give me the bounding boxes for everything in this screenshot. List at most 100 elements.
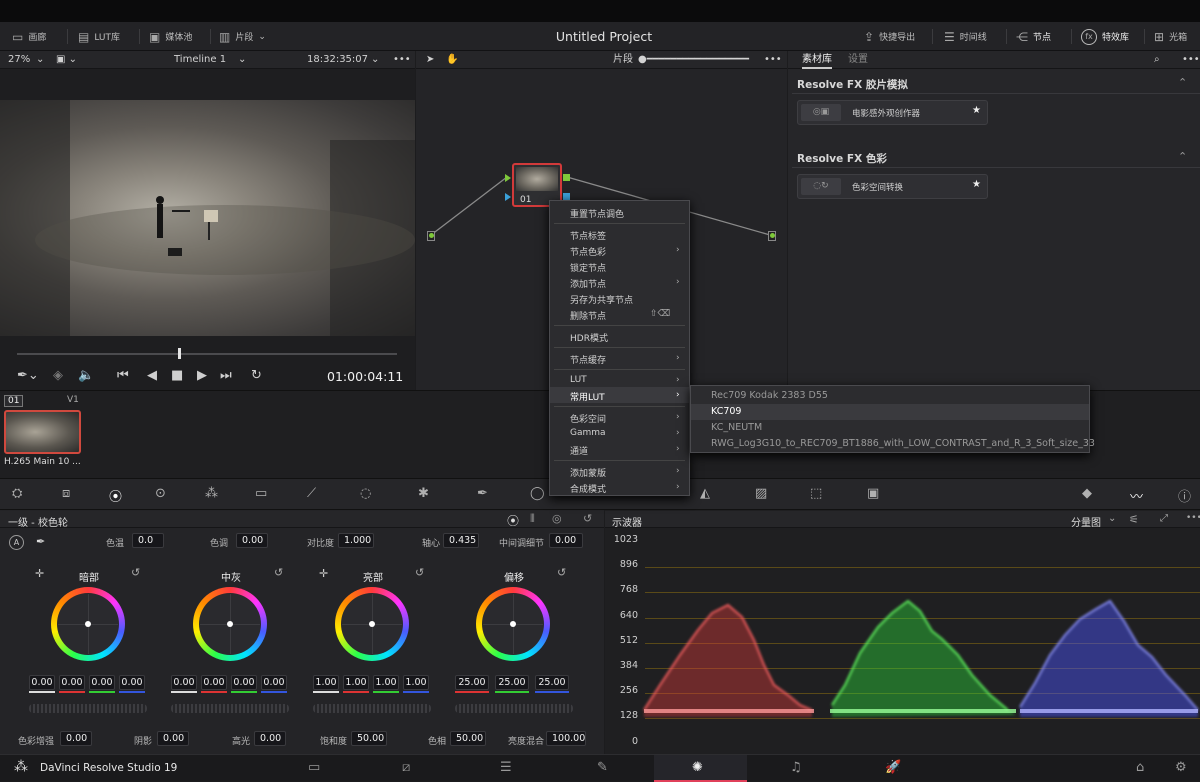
wheel-value[interactable]: 1.00	[343, 675, 369, 690]
zoom-select[interactable]: 27%	[8, 51, 30, 69]
tab-settings[interactable]: 设置	[848, 51, 868, 69]
color-wheel-shadows[interactable]	[51, 587, 125, 661]
deliver-page-icon[interactable]: 🚀	[885, 760, 901, 775]
picker-icon[interactable]: ✒	[36, 535, 45, 548]
fx-item-color-space[interactable]: ◌↻ 色彩空间转换 ★	[797, 174, 988, 199]
node-rgb-output[interactable]	[563, 174, 570, 181]
edit-page-icon[interactable]: ☰	[500, 760, 512, 775]
lut-item[interactable]: Rec709 Kodak 2383 D55	[711, 390, 828, 401]
more-icon[interactable]: •••	[393, 51, 411, 69]
menu-item-lut[interactable]: LUT	[570, 375, 587, 385]
lightbox-button[interactable]: ⊞ 光箱	[1154, 22, 1187, 51]
menu-item-lock[interactable]: 锁定节点	[570, 261, 606, 274]
wheel-value[interactable]: 25.00	[455, 675, 489, 690]
cut-page-icon[interactable]: ⧄	[402, 760, 410, 775]
reset-icon[interactable]: ↺	[274, 566, 283, 579]
more-icon[interactable]: •••	[1186, 513, 1200, 523]
color-wheels-icon[interactable]: ⦿	[109, 486, 122, 505]
color-wheel-midtones[interactable]	[193, 587, 267, 661]
expand-icon[interactable]: ⤢	[1160, 513, 1168, 524]
wheel-value[interactable]: 1.00	[403, 675, 429, 690]
timeline-select[interactable]: Timeline 1	[174, 51, 226, 69]
star-icon[interactable]: ★	[972, 105, 981, 116]
crosshair-icon[interactable]: ✛	[319, 567, 328, 580]
boost-field[interactable]: 0.00	[60, 731, 92, 746]
hdr-wheels-icon[interactable]: ⊙	[155, 486, 166, 501]
menu-item-colorspace[interactable]: 色彩空间	[570, 412, 606, 425]
skip-start-icon[interactable]: ⏮	[117, 368, 129, 383]
menu-item-add-node[interactable]: 添加节点	[570, 277, 606, 290]
home-icon[interactable]: ⌂	[1136, 760, 1144, 775]
fusion-page-icon[interactable]: ✎	[597, 760, 608, 775]
menu-item-save-shared[interactable]: 另存为共享节点	[570, 293, 633, 306]
reset-icon[interactable]: ↺	[583, 512, 592, 525]
search-icon[interactable]: ⌕	[1154, 51, 1160, 69]
scrub-bar[interactable]	[17, 353, 397, 355]
menu-item-common-lut[interactable]: 常用LUT	[570, 390, 605, 403]
key-icon[interactable]: ▨	[755, 486, 767, 501]
qualifier-icon[interactable]: ✱	[418, 486, 429, 501]
hue-field[interactable]: 50.00	[450, 731, 486, 746]
master-wheel-shadows[interactable]	[29, 704, 147, 713]
auto-balance-icon[interactable]: A	[9, 535, 24, 550]
play-icon[interactable]: ▶	[197, 368, 207, 383]
lummix-field[interactable]: 100.00	[546, 731, 586, 746]
menu-item-delete[interactable]: 删除节点	[570, 309, 606, 322]
chevron-down-icon[interactable]: ⌄	[238, 51, 246, 69]
fx-item-film-look[interactable]: ◎▣ 电影感外观创作器 ★	[797, 100, 988, 125]
eyedropper-icon[interactable]: ✒⌄	[17, 368, 39, 383]
chevron-down-icon[interactable]: ⌄	[371, 51, 379, 69]
wheel-value[interactable]: 1.00	[373, 675, 399, 690]
saturation-field[interactable]: 50.00	[351, 731, 387, 746]
lut-item-selected[interactable]: KC709	[711, 406, 741, 417]
chevron-down-icon[interactable]: ⌄	[36, 51, 44, 69]
node-key-input[interactable]	[505, 193, 511, 201]
quick-export-button[interactable]: ⇪ 快捷导出	[864, 22, 915, 51]
loop-icon[interactable]: ↻	[251, 368, 262, 383]
log-mode-icon[interactable]: ◎	[552, 512, 562, 525]
reset-icon[interactable]: ↺	[131, 566, 140, 579]
nodes-button[interactable]: ⋲ 节点	[1016, 22, 1051, 51]
sizing-icon[interactable]: ⬚	[810, 486, 822, 501]
master-wheel-offset[interactable]	[455, 704, 573, 713]
wheel-value[interactable]: 1.00	[313, 675, 339, 690]
blur-icon[interactable]: ◭	[700, 486, 710, 501]
keyframe-icon[interactable]: ◆	[1082, 486, 1092, 501]
wheel-value[interactable]: 0.00	[261, 675, 287, 690]
wheel-value[interactable]: 0.00	[29, 675, 55, 690]
more-icon[interactable]: •••	[1182, 51, 1200, 69]
reset-icon[interactable]: ↺	[415, 566, 424, 579]
curves-icon[interactable]: ⟋	[307, 486, 316, 501]
rgb-mixer-icon[interactable]: ⁂	[205, 486, 218, 501]
scope-mode-select[interactable]: 分量图	[1071, 514, 1101, 529]
playhead[interactable]	[178, 348, 181, 359]
hand-icon[interactable]: ✋	[446, 51, 458, 69]
collapse-icon[interactable]: ⌃	[1178, 150, 1187, 163]
wheel-value[interactable]: 0.00	[89, 675, 115, 690]
lut-item[interactable]: KC_NEUTM	[711, 422, 762, 433]
crosshair-icon[interactable]: ✛	[35, 567, 44, 580]
menu-item-reset[interactable]: 重置节点调色	[570, 207, 624, 220]
tab-library[interactable]: 素材库	[802, 51, 832, 69]
menu-item-composite[interactable]: 合成模式	[570, 482, 606, 495]
color-wheel-highlights[interactable]	[335, 587, 409, 661]
collapse-icon[interactable]: ⌃	[1178, 76, 1187, 89]
menu-item-gamma[interactable]: Gamma	[570, 428, 606, 438]
wheel-value[interactable]: 25.00	[495, 675, 529, 690]
menu-item-hdr[interactable]: HDR模式	[570, 331, 608, 344]
middetail-field[interactable]: 0.00	[549, 533, 583, 548]
wheel-value[interactable]: 25.00	[535, 675, 569, 690]
clips-button[interactable]: ▥ 片段 ⌄	[219, 22, 266, 51]
stop-icon[interactable]: ■	[171, 368, 183, 383]
color-match-icon[interactable]: ⧈	[62, 486, 70, 501]
menu-item-add-matte[interactable]: 添加蒙版	[570, 466, 606, 479]
highlight-field[interactable]: 0.00	[254, 731, 286, 746]
fairlight-page-icon[interactable]: ♫	[790, 760, 802, 775]
timeline-button[interactable]: ☰ 时间线	[944, 22, 987, 51]
node-key-output[interactable]	[563, 193, 570, 200]
eyedropper-icon[interactable]: ✒	[477, 486, 488, 501]
lut-item[interactable]: RWG_Log3G10_to_REC709_BT1886_with_LOW_CO…	[711, 438, 1095, 449]
wheel-value[interactable]: 0.00	[201, 675, 227, 690]
window-icon[interactable]: ◯	[530, 486, 545, 501]
wheel-value[interactable]: 0.00	[171, 675, 197, 690]
